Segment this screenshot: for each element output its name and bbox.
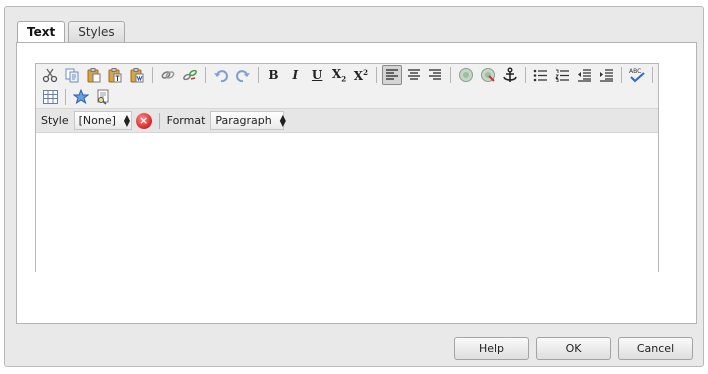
toolbar-row-2	[36, 86, 658, 108]
numbered-list-icon[interactable]	[553, 65, 573, 85]
tab-text[interactable]: Text	[17, 21, 66, 43]
format-bar: Style [None] ▲ ▼ × Format Paragraph ▲ ▼	[36, 108, 658, 133]
paste-word-icon[interactable]	[127, 65, 147, 85]
bold-button[interactable]: B	[264, 65, 284, 85]
image-icon[interactable]	[456, 65, 476, 85]
subscript-button[interactable]: X2	[329, 65, 349, 85]
editor-content-area[interactable]	[36, 134, 658, 272]
align-left-icon	[385, 69, 398, 80]
align-center-button[interactable]	[404, 65, 424, 85]
underline-label: U	[311, 68, 323, 82]
format-select-value: Paragraph	[215, 114, 272, 127]
updown-arrow-icon: ▲ ▼	[123, 112, 131, 128]
indent-icon[interactable]	[596, 65, 616, 85]
dialog-window: Text Styles B I U X2 X2 ABC Style [None]…	[4, 6, 704, 367]
cut-icon[interactable]	[40, 65, 60, 85]
bulleted-list-icon[interactable]	[531, 65, 551, 85]
underline-button[interactable]: U	[307, 65, 327, 85]
paste-text-icon[interactable]	[106, 65, 126, 85]
italic-button[interactable]: I	[285, 65, 305, 85]
toolbar-separator	[621, 67, 623, 83]
align-right-button[interactable]	[425, 65, 445, 85]
format-select[interactable]: Paragraph ▲ ▼	[210, 111, 286, 130]
superscript-button[interactable]: X2	[351, 65, 371, 85]
redo-icon[interactable]	[233, 65, 253, 85]
style-label: Style	[41, 114, 69, 127]
undo-icon[interactable]	[211, 65, 231, 85]
toolbar-separator	[257, 67, 259, 83]
bold-label: B	[268, 68, 279, 82]
ok-button[interactable]: OK	[536, 337, 611, 360]
format-label: Format	[166, 114, 206, 127]
link-icon[interactable]	[158, 65, 178, 85]
subscript-label: X	[331, 66, 342, 81]
updown-arrow-icon: ▲ ▼	[279, 112, 286, 128]
toolbar-row-1: B I U X2 X2 ABC	[36, 64, 658, 86]
tab-panel: B I U X2 X2 ABC Style [None] ▲ ▼ × Forma…	[16, 42, 697, 324]
align-center-icon	[407, 69, 420, 80]
toolbar-separator	[152, 67, 154, 83]
help-button[interactable]: Help	[454, 337, 529, 360]
spellcheck-icon[interactable]: ABC	[627, 65, 647, 85]
tab-bar: Text Styles	[17, 21, 128, 43]
paste-icon[interactable]	[84, 65, 104, 85]
align-right-icon	[429, 69, 442, 80]
subscript-mark: 2	[341, 74, 347, 84]
anchor-icon[interactable]	[500, 65, 520, 85]
rich-text-editor: B I U X2 X2 ABC Style [None] ▲ ▼ × Forma…	[35, 63, 659, 272]
unlink-icon[interactable]	[180, 65, 200, 85]
style-select-value: [None]	[78, 114, 116, 127]
image-map-icon[interactable]	[478, 65, 498, 85]
superscript-label: X	[353, 68, 364, 83]
find-replace-icon[interactable]	[93, 87, 113, 107]
svg-text:ABC: ABC	[629, 68, 641, 75]
cancel-button[interactable]: Cancel	[618, 337, 693, 360]
clear-style-icon[interactable]: ×	[135, 112, 152, 129]
toolbar-separator	[450, 67, 452, 83]
toolbar-separator	[652, 67, 654, 83]
outdent-icon[interactable]	[574, 65, 594, 85]
toolbar-separator	[65, 89, 66, 105]
special-chars-icon[interactable]	[71, 87, 91, 107]
toolbar-separator	[204, 67, 206, 83]
toolbar-separator	[158, 112, 160, 129]
style-select[interactable]: [None] ▲ ▼	[73, 111, 132, 130]
align-left-button[interactable]	[381, 65, 402, 85]
toolbar-separator	[375, 67, 377, 83]
copy-icon[interactable]	[62, 65, 82, 85]
tab-styles[interactable]: Styles	[68, 21, 125, 42]
italic-label: I	[292, 68, 299, 82]
table-icon[interactable]	[40, 87, 60, 107]
superscript-mark: 2	[363, 67, 368, 77]
toolbar-separator	[524, 67, 526, 83]
